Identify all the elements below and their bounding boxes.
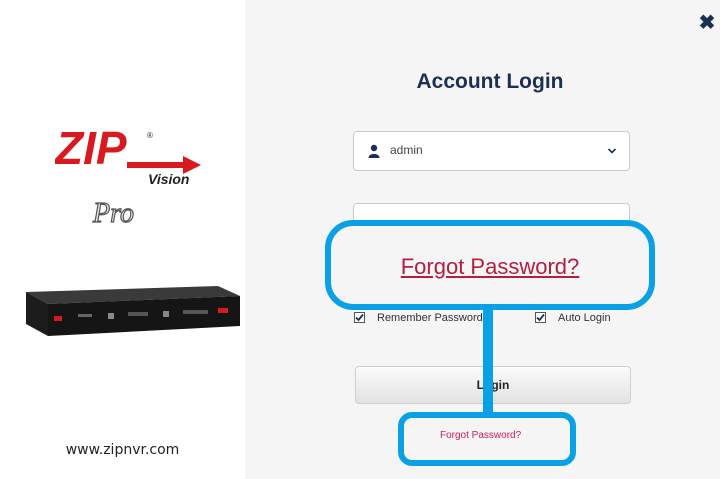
nvr-device-image (26, 286, 240, 336)
username-value: admin (390, 143, 423, 157)
chevron-down-icon (607, 148, 617, 154)
auto-login-label: Auto Login (558, 312, 611, 324)
svg-text:Pro: Pro (92, 198, 134, 229)
page-title: Account Login (416, 70, 564, 93)
remember-password-label: Remember Password (377, 312, 483, 324)
close-icon[interactable]: ✖ (698, 13, 716, 33)
forgot-link-highlight (398, 412, 576, 466)
checkbox-checked-icon[interactable] (535, 312, 546, 323)
remember-password-option[interactable]: Remember Password (354, 312, 483, 324)
brand-panel: ZIP ® Vision Pro www.zipnvr.com (0, 0, 245, 479)
svg-text:Vision: Vision (148, 171, 190, 187)
website-url: www.zipnvr.com (65, 442, 180, 458)
callout-text: Forgot Password? (400, 254, 580, 279)
forgot-password-callout: Forgot Password? (325, 220, 655, 310)
zip-vision-pro-logo: ZIP ® Vision Pro (55, 122, 201, 230)
svg-text:ZIP: ZIP (55, 122, 127, 174)
login-button[interactable]: Login (355, 366, 631, 404)
auto-login-option[interactable]: Auto Login (535, 312, 611, 324)
username-select[interactable]: admin (353, 131, 630, 171)
callout-connector (483, 310, 493, 413)
svg-text:®: ® (147, 131, 153, 140)
user-icon (368, 144, 380, 158)
checkbox-checked-icon[interactable] (354, 312, 365, 323)
